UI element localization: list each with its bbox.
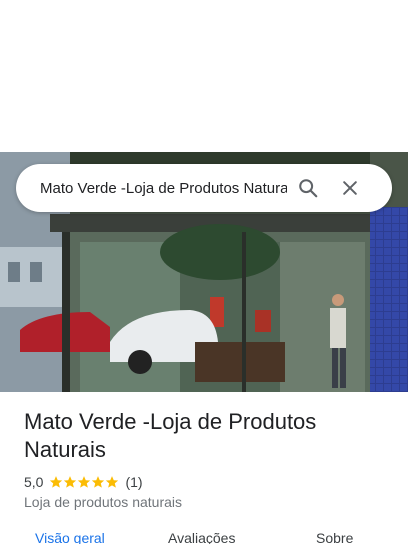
place-title-line2: Naturais — [24, 437, 106, 462]
search-bar[interactable]: Mato Verde -Loja de Produtos Naturais — [16, 164, 392, 212]
search-icon[interactable] — [287, 167, 329, 209]
tab-about[interactable]: Sobre — [316, 530, 353, 544]
tab-overview[interactable]: Visão geral — [35, 530, 105, 544]
star-icon — [92, 476, 105, 488]
rating-row[interactable]: 5,0 (1) — [24, 474, 384, 490]
star-icon — [50, 476, 63, 488]
rating-value: 5,0 — [24, 474, 44, 490]
place-title: Mato Verde -Loja de Produtos Naturais — [24, 408, 384, 464]
review-count[interactable]: (1) — [125, 474, 142, 490]
place-info-panel: Mato Verde -Loja de Produtos Naturais 5,… — [0, 392, 408, 544]
place-title-line1: Mato Verde -Loja de Produtos — [24, 409, 317, 434]
tab-reviews[interactable]: Avaliações — [168, 530, 235, 544]
search-input[interactable]: Mato Verde -Loja de Produtos Naturais — [40, 180, 287, 197]
place-category[interactable]: Loja de produtos naturais — [24, 494, 384, 510]
star-icon — [78, 476, 91, 488]
star-icon — [64, 476, 77, 488]
star-rating — [49, 475, 119, 489]
star-icon — [106, 476, 119, 488]
map-blank-area — [0, 0, 408, 152]
close-icon[interactable] — [329, 167, 371, 209]
